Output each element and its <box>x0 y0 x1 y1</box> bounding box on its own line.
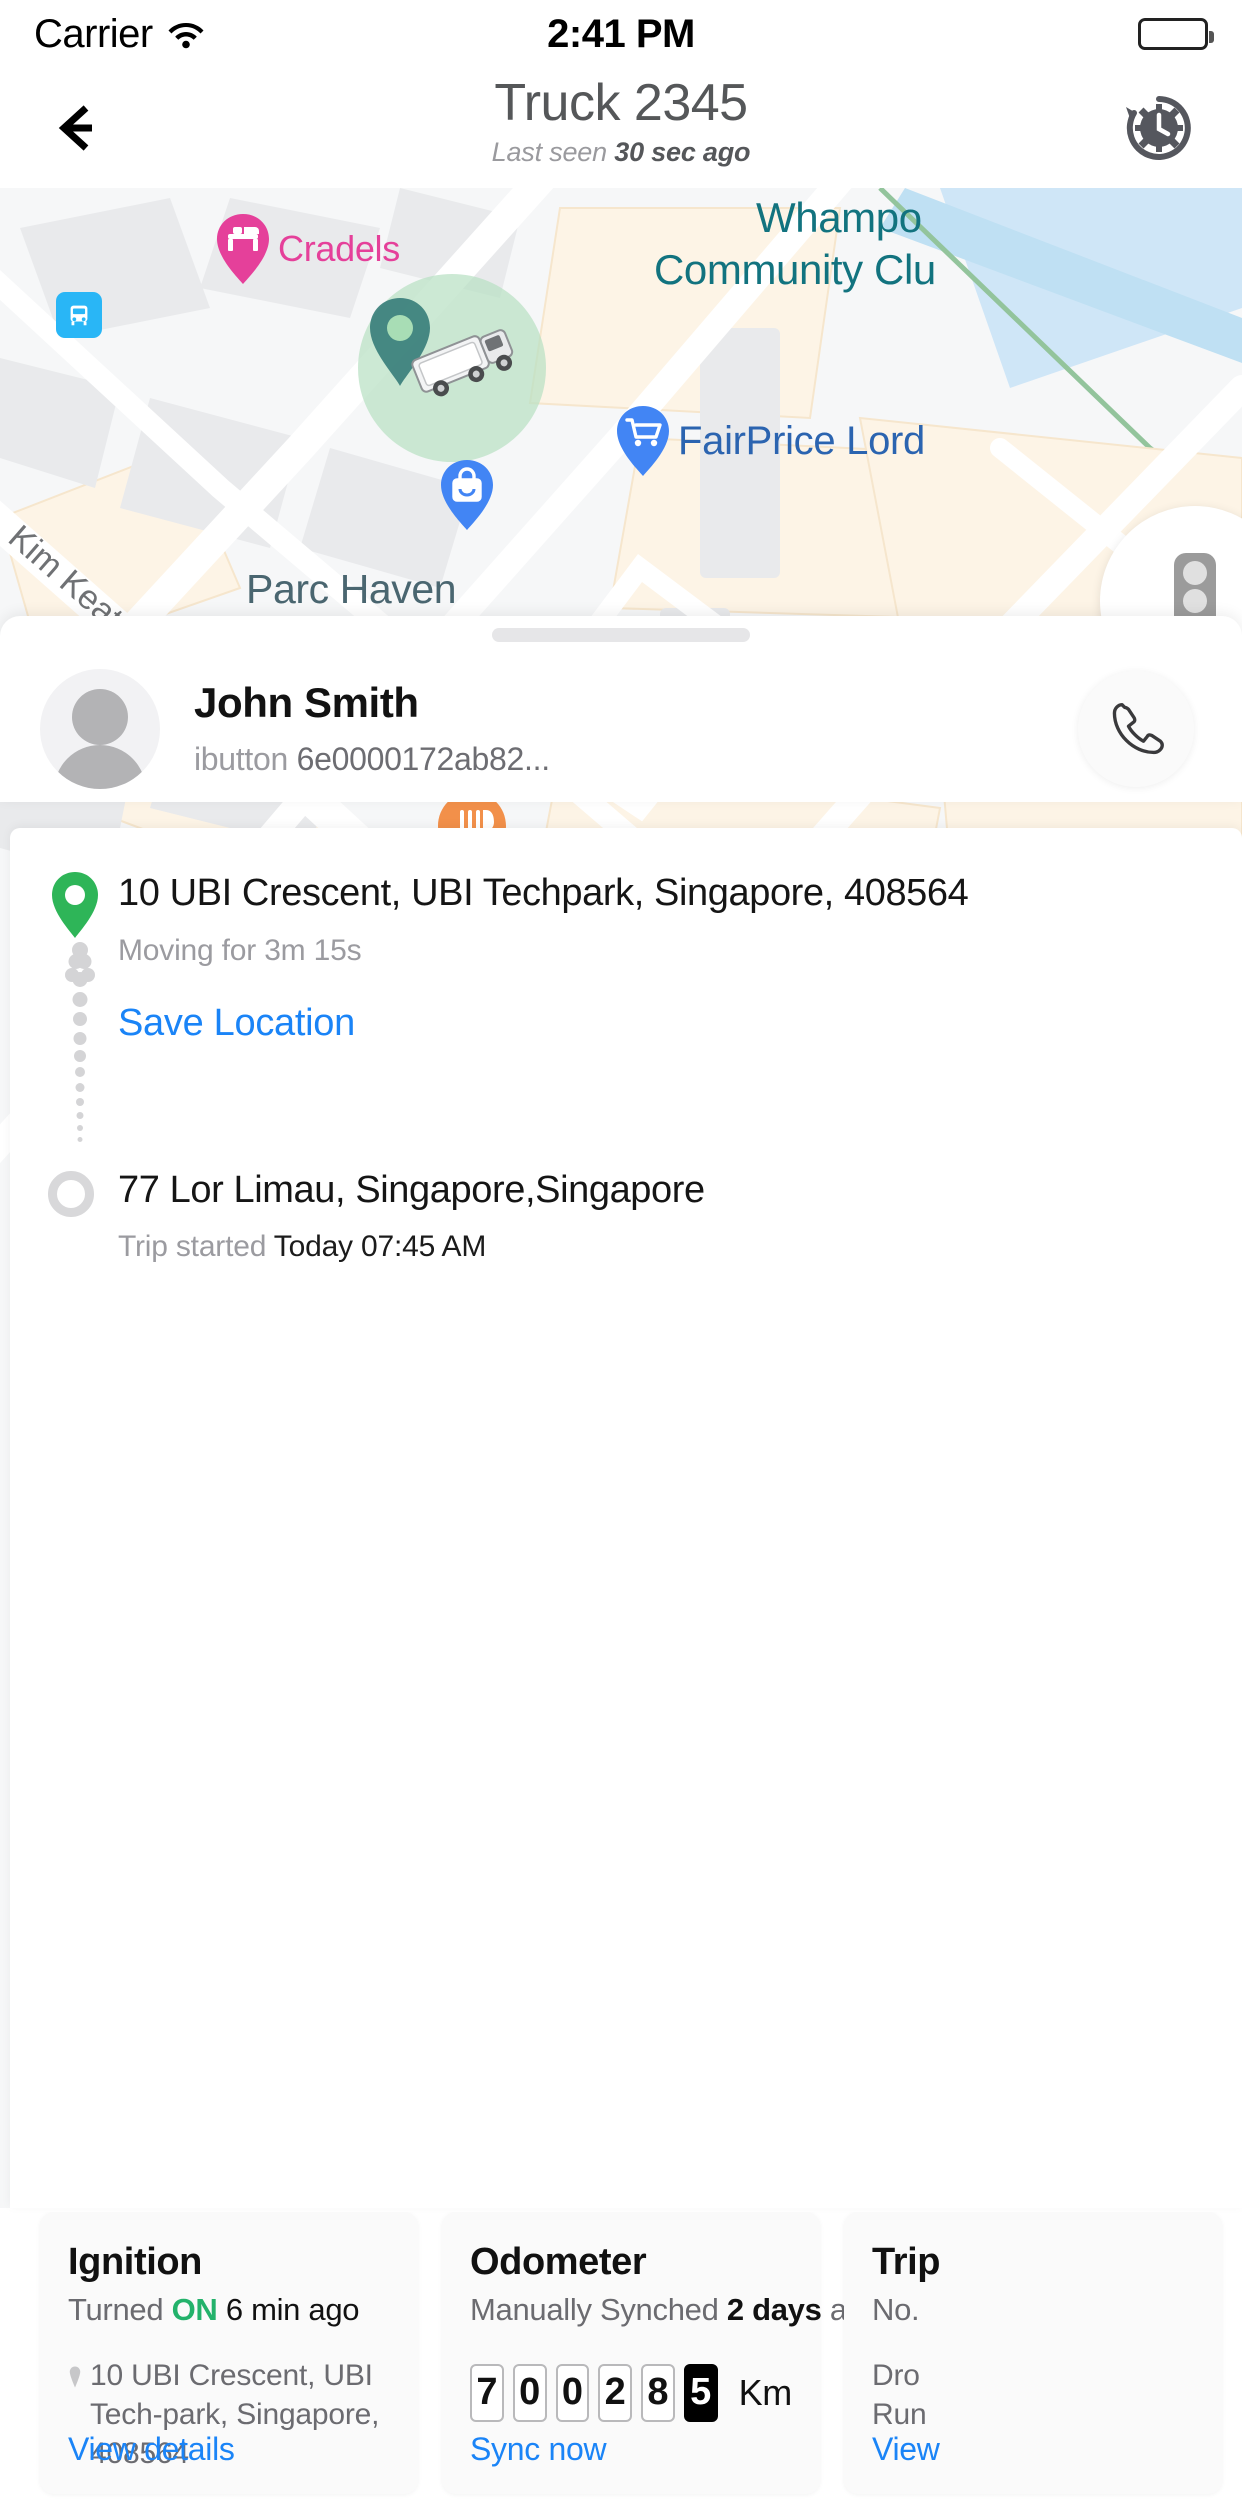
driver-ibutton: ibutton 6e0000172ab82... <box>194 741 1078 778</box>
route-origin-stop: 77 Lor Limau, Singapore,Singapore Trip s… <box>10 1167 1242 1265</box>
ignition-state: ON <box>171 2291 218 2327</box>
odometer-digit: 0 <box>555 2363 590 2422</box>
current-status: Moving for 3m 15s <box>118 933 362 967</box>
card-ignition-title: Ignition <box>68 2241 202 2283</box>
ibutton-label: ibutton <box>194 740 297 777</box>
card-ignition-status: Turned ON 6 min ago <box>68 2292 390 2328</box>
page-title: Truck 2345 <box>494 74 748 132</box>
card-ignition[interactable]: Ignition Turned ON 6 min ago 10 UBI Cres… <box>40 2212 418 2494</box>
status-bar: Carrier 2:41 PM <box>0 0 1242 68</box>
avatar-placeholder-icon <box>40 669 160 789</box>
card-trip-title: Trip <box>872 2241 941 2283</box>
sheet-grabber-handle[interactable] <box>492 628 750 642</box>
call-driver-button[interactable] <box>1078 671 1194 787</box>
driver-row: John Smith ibutton 6e0000172ab82... <box>0 616 1242 802</box>
driver-name: John Smith <box>194 679 419 727</box>
card-trip-sub: No. <box>872 2291 920 2327</box>
truck-marker-icon[interactable] <box>358 274 546 462</box>
card-ignition-link[interactable]: View details <box>68 2431 235 2468</box>
card-trip-link[interactable]: View <box>872 2431 940 2468</box>
route-dotted-line <box>65 942 95 1142</box>
trip-started-label: Trip started <box>118 1230 274 1263</box>
status-bar-left: Carrier <box>34 12 205 57</box>
metric-card-carousel[interactable]: Ignition Turned ON 6 min ago 10 UBI Cres… <box>10 2212 1242 2502</box>
odometer-digit: 7 <box>470 2363 504 2422</box>
last-seen-label: Last seen 30 sec ago <box>492 137 751 168</box>
card-trip-line2: Run <box>872 2397 927 2431</box>
driver-sheet: John Smith ibutton 6e0000172ab82... <box>0 616 1242 802</box>
trip-detail-sheet: 10 UBI Crescent, UBI Techpark, Singapore… <box>10 828 1242 2494</box>
route-gutter-origin <box>48 1167 112 1265</box>
phone-icon <box>1112 702 1164 755</box>
odometer-digit: 8 <box>641 2363 675 2422</box>
battery-full-icon <box>1138 18 1214 50</box>
card-odometer-sync: Manually Synched 2 days ago <box>470 2291 881 2328</box>
odometer-digit-highlighted: 5 <box>683 2363 718 2422</box>
card-odometer-title: Odometer <box>470 2241 647 2283</box>
driver-info: John Smith ibutton 6e0000172ab82... <box>194 680 1078 777</box>
card-odometer-link[interactable]: Sync now <box>470 2431 607 2468</box>
odometer-unit: Km <box>738 2371 793 2413</box>
odometer-digit: 2 <box>598 2363 633 2422</box>
carrier-label: Carrier <box>34 11 153 56</box>
card-trip-line1: Dro <box>872 2358 920 2392</box>
origin-address: 77 Lor Limau, Singapore,Singapore <box>118 1168 705 1211</box>
truck-vehicle-icon <box>402 314 524 406</box>
trip-started-value: Today 07:45 AM <box>273 1230 487 1263</box>
navigation-bar: Truck 2345 Last seen 30 sec ago <box>0 68 1242 188</box>
back-button[interactable] <box>46 92 118 164</box>
page-title-block: Truck 2345 Last seen 30 sec ago <box>0 74 1242 168</box>
history-button[interactable] <box>1122 91 1196 165</box>
card-trip[interactable]: Trip No. Dro Run View <box>844 2212 1222 2494</box>
odometer-sync-age: 2 days <box>726 2291 822 2327</box>
route-timeline: 10 UBI Crescent, UBI Techpark, Singapore… <box>10 828 1242 1264</box>
odometer-digit: 0 <box>512 2363 547 2422</box>
arrow-left-icon <box>58 105 92 151</box>
clock-history-icon <box>1126 96 1191 160</box>
route-current-content: 10 UBI Crescent, UBI Techpark, Singapore… <box>112 870 1242 1045</box>
save-location-link[interactable]: Save Location <box>118 1002 355 1045</box>
trip-started: Trip started Today 07:45 AM <box>118 1230 1242 1264</box>
card-trip-lines: Dro Run <box>872 2356 1194 2434</box>
last-seen-prefix: Last seen <box>491 136 615 167</box>
route-origin-content: 77 Lor Limau, Singapore,Singapore Trip s… <box>112 1167 1242 1265</box>
odometer-sub-prefix: Manually Synched <box>470 2291 727 2327</box>
ibutton-value: 6e0000172ab82... <box>296 740 551 777</box>
odometer-readout: 7 0 0 2 8 5 Km <box>470 2363 793 2422</box>
status-bar-right <box>1138 18 1214 50</box>
wifi-icon <box>167 19 205 49</box>
circle-ring-icon <box>48 1170 94 1217</box>
card-odometer[interactable]: Odometer Manually Synched 2 days ago 7 0… <box>442 2212 881 2494</box>
current-address: 10 UBI Crescent, UBI Techpark, Singapore… <box>118 872 969 914</box>
bus-icon[interactable] <box>56 292 102 338</box>
route-current-stop: 10 UBI Crescent, UBI Techpark, Singapore… <box>10 870 1242 1142</box>
ignition-sub-prefix: Turned <box>68 2291 172 2327</box>
route-gutter-current <box>48 870 112 1142</box>
last-seen-value: 30 sec ago <box>614 136 751 167</box>
ignition-sub-suffix: 6 min ago <box>217 2291 360 2327</box>
